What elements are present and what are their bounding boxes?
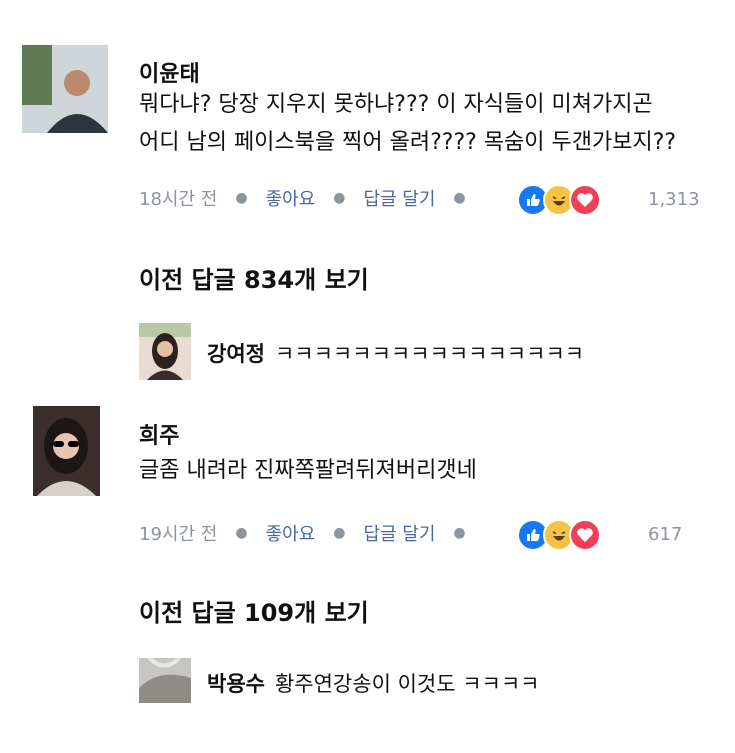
love-icon bbox=[569, 184, 601, 216]
comment-meta: 19시간 전 ● 좋아요 ● 답글 달기 ● bbox=[139, 520, 484, 546]
comment-author[interactable]: 이윤태 bbox=[139, 56, 200, 88]
separator-dot: ● bbox=[235, 525, 248, 541]
reply-link[interactable]: 답글 달기 bbox=[363, 520, 435, 546]
love-icon bbox=[569, 519, 601, 551]
reply: 박용수 황주연강송이 이것도 ㅋㅋㅋㅋ bbox=[207, 668, 539, 698]
reply-text: 황주연강송이 이것도 ㅋㅋㅋㅋ bbox=[274, 672, 540, 696]
reaction-summary[interactable] bbox=[517, 519, 601, 551]
profile-photo-icon bbox=[22, 45, 108, 133]
timestamp: 19시간 전 bbox=[139, 524, 218, 545]
separator-dot: ● bbox=[453, 190, 466, 206]
separator-dot: ● bbox=[333, 190, 346, 206]
avatar-commenter-2[interactable] bbox=[33, 406, 100, 496]
reply-author[interactable]: 박용수 bbox=[207, 672, 265, 696]
comment-text-line-1: 뭐다냐? 당장 지우지 못하냐??? 이 자식들이 미쳐가지곤 bbox=[139, 92, 653, 117]
comment-text-line-1: 글좀 내려라 진짜쪽팔려뒤져버리갯네 bbox=[139, 458, 477, 483]
separator-dot: ● bbox=[453, 525, 466, 541]
comment-meta: 18시간 전 ● 좋아요 ● 답글 달기 ● bbox=[139, 185, 484, 211]
profile-photo-icon bbox=[139, 658, 191, 703]
reaction-count[interactable]: 1,313 bbox=[648, 189, 700, 210]
avatar-replier-1[interactable] bbox=[139, 323, 191, 380]
view-previous-replies-link[interactable]: 이전 답글 834개 보기 bbox=[139, 260, 369, 295]
comment-author[interactable]: 희주 bbox=[139, 418, 179, 450]
profile-photo-icon bbox=[139, 323, 191, 380]
reaction-count[interactable]: 617 bbox=[648, 524, 682, 545]
comment-text-line-2: 어디 남의 페이스북을 찍어 올려???? 목숨이 두갠가보지?? bbox=[139, 130, 677, 155]
avatar-commenter-1[interactable] bbox=[22, 45, 108, 133]
reply: 강여정 ㅋㅋㅋㅋㅋㅋㅋㅋㅋㅋㅋㅋㅋㅋㅋㅋ bbox=[207, 338, 584, 368]
timestamp: 18시간 전 bbox=[139, 189, 218, 210]
reply-link[interactable]: 답글 달기 bbox=[363, 185, 435, 211]
like-link[interactable]: 좋아요 bbox=[266, 185, 316, 211]
profile-photo-icon bbox=[33, 406, 100, 496]
reaction-summary[interactable] bbox=[517, 184, 601, 216]
avatar-replier-2[interactable] bbox=[139, 658, 191, 703]
reply-author[interactable]: 강여정 bbox=[207, 342, 265, 366]
separator-dot: ● bbox=[333, 525, 346, 541]
reply-text: ㅋㅋㅋㅋㅋㅋㅋㅋㅋㅋㅋㅋㅋㅋㅋㅋ bbox=[274, 342, 585, 366]
like-link[interactable]: 좋아요 bbox=[266, 520, 316, 546]
view-previous-replies-link[interactable]: 이전 답글 109개 보기 bbox=[139, 593, 369, 628]
separator-dot: ● bbox=[235, 190, 248, 206]
